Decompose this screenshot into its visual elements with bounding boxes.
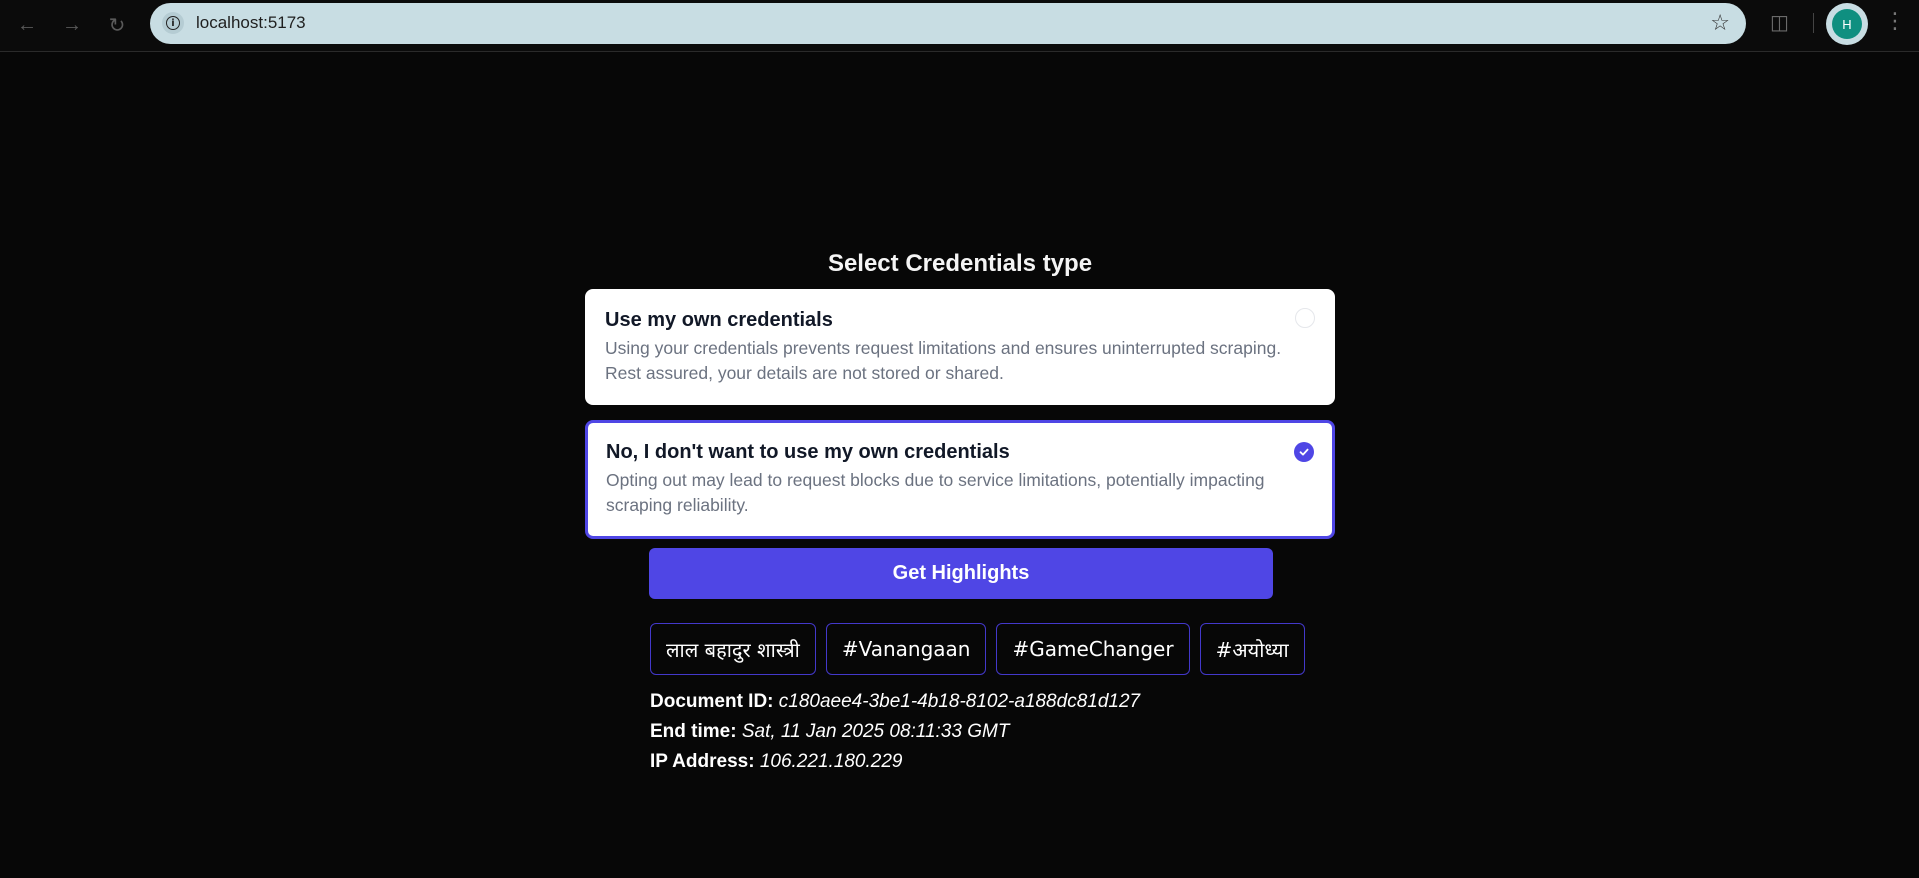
option-description: Using your credentials prevents request … — [605, 338, 1282, 383]
option-own-credentials[interactable]: Use my own credentials Using your creden… — [585, 289, 1335, 405]
tag-item[interactable]: #अयोध्या — [1199, 623, 1305, 675]
tag-item[interactable]: #GameChanger — [996, 623, 1190, 675]
option-no-own-credentials[interactable]: No, I don't want to use my own credentia… — [585, 420, 1335, 539]
option-title: Use my own credentials — [605, 309, 833, 331]
url-text[interactable]: localhost:5173 — [196, 13, 306, 33]
kebab-menu-icon[interactable]: ⋮ — [1884, 9, 1906, 34]
credentials-panel: Select Credentials type Use my own crede… — [585, 240, 1335, 772]
end-time-row: End time: Sat, 11 Jan 2025 08:11:33 GMT — [650, 717, 1140, 747]
end-time-value: Sat, 11 Jan 2025 08:11:33 GMT — [741, 721, 1010, 742]
page-title: Select Credentials type — [827, 250, 1093, 277]
ip-address-label: IP Address: — [650, 751, 760, 772]
bookmark-star-icon[interactable]: ☆ — [1710, 11, 1730, 36]
get-highlights-button[interactable]: Get Highlights — [649, 548, 1273, 599]
option-title: No, I don't want to use my own credentia… — [606, 441, 1010, 463]
ip-address-row: IP Address: 106.221.180.229 — [650, 747, 1140, 777]
ip-address-value: 106.221.180.229 — [759, 751, 903, 772]
extensions-icon[interactable]: ◫ — [1770, 10, 1792, 34]
site-info-icon[interactable]: i — [162, 12, 184, 34]
document-meta: Document ID: c180aee4-3be1-4b18-8102-a18… — [650, 687, 1140, 777]
back-arrow-icon[interactable]: ← — [12, 10, 42, 40]
tag-list: लाल बहादुर शास्त्री #Vanangaan #GameChan… — [650, 623, 1305, 675]
forward-arrow-icon[interactable]: → — [57, 10, 87, 40]
avatar: H — [1832, 9, 1862, 39]
radio-unchecked[interactable] — [1295, 308, 1315, 328]
document-id-label: Document ID: — [650, 691, 779, 712]
profile-button[interactable]: H — [1826, 3, 1868, 45]
toolbar-divider — [1813, 13, 1814, 33]
browser-toolbar: ← → ↻ i localhost:5173 ☆ ◫ H ⋮ — [0, 0, 1919, 52]
tag-item[interactable]: #Vanangaan — [825, 623, 987, 675]
radio-checked[interactable] — [1294, 442, 1314, 462]
end-time-label: End time: — [650, 721, 742, 742]
option-description: Opting out may lead to request blocks du… — [606, 470, 1265, 515]
document-id-value: c180aee4-3be1-4b18-8102-a188dc81d127 — [778, 691, 1141, 712]
document-id-row: Document ID: c180aee4-3be1-4b18-8102-a18… — [650, 687, 1140, 717]
check-icon — [1299, 448, 1309, 456]
address-bar[interactable]: i localhost:5173 ☆ — [150, 3, 1746, 44]
reload-icon[interactable]: ↻ — [102, 10, 132, 40]
tag-item[interactable]: लाल बहादुर शास्त्री — [650, 623, 816, 675]
